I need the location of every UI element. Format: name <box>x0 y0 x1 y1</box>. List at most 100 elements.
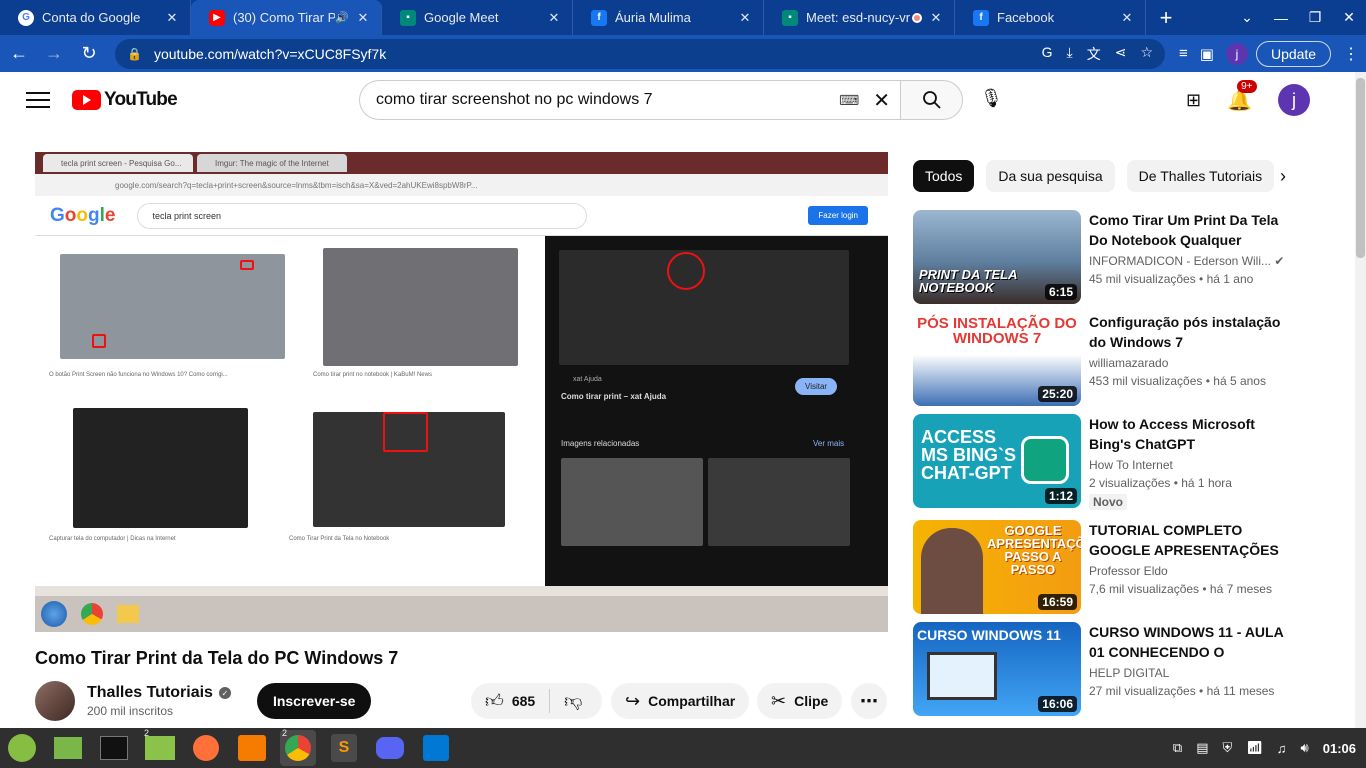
keyboard-icon[interactable]: ⌨ <box>839 92 859 109</box>
profile-avatar[interactable]: j <box>1225 42 1248 65</box>
browser-tab-meet-call[interactable]: ▪ Meet: esd-nucy-vr ✕ <box>764 0 955 35</box>
network-icon[interactable]: 📶︎ <box>1246 740 1263 756</box>
recommendation-channel[interactable]: Professor Eldo <box>1089 564 1299 578</box>
recommendation-channel[interactable]: How To Internet <box>1089 458 1299 472</box>
discord-icon[interactable] <box>372 730 408 766</box>
chrome-icon[interactable]: 2 <box>280 728 316 766</box>
notifications-bell-icon[interactable]: 🔔 9+ <box>1227 79 1257 113</box>
microphone-icon[interactable]: 🎙 <box>980 88 1003 109</box>
menu-icon[interactable] <box>26 92 50 108</box>
reload-icon[interactable]: ↻ <box>73 38 105 70</box>
clock[interactable]: 01:06 <box>1323 741 1356 756</box>
maximize-icon[interactable]: ❐ <box>1298 0 1332 35</box>
chevron-right-icon[interactable]: › <box>1280 166 1286 187</box>
new-tab-button[interactable]: + <box>1146 0 1186 35</box>
display-icon[interactable]: ⧉ <box>1173 740 1182 756</box>
back-icon[interactable]: ← <box>3 38 35 70</box>
account-avatar[interactable]: j <box>1278 84 1310 116</box>
recommendation-channel[interactable]: HELP DIGITAL <box>1089 666 1299 680</box>
recommendation-thumbnail[interactable]: GOOGLE APRESENTAÇÕES PASSO A PASSO 16:59 <box>913 520 1081 614</box>
search-input[interactable]: como tirar screenshot no pc windows 7 ⌨ … <box>359 80 900 120</box>
recommendation-title[interactable]: Configuração pós instalação do Windows 7 <box>1089 312 1299 352</box>
browser-tab-facebook[interactable]: f Facebook ✕ <box>955 0 1146 35</box>
share-button[interactable]: ↪ Compartilhar <box>611 683 750 719</box>
embedded-status-bar <box>35 586 888 596</box>
tab-search-chevron-icon[interactable]: ⌄ <box>1230 0 1264 35</box>
like-dislike-group: 👍︎ 685 👎︎ <box>471 683 602 719</box>
browser-tab-google-meet[interactable]: ▪ Google Meet ✕ <box>382 0 573 35</box>
recommendation-title[interactable]: Como Tirar Um Print Da Tela Do Notebook … <box>1089 210 1299 250</box>
clip-button[interactable]: ✂ Clipe <box>757 683 843 719</box>
mint-menu-icon[interactable] <box>4 730 40 766</box>
recommendation-thumbnail[interactable]: CURSO WINDOWS 11 16:06 <box>913 622 1081 716</box>
thumbs-up-icon: 👍︎ <box>485 691 504 711</box>
recommendation-item[interactable]: PÓS INSTALAÇÃO DO WINDOWS 7 25:20 Config… <box>913 312 1303 406</box>
channel-name[interactable]: Thalles Tutoriais <box>87 684 213 702</box>
media-player-icon[interactable] <box>234 730 270 766</box>
chip-all[interactable]: Todos <box>913 160 975 192</box>
files-icon[interactable]: 2 <box>142 728 178 766</box>
recommendation-item[interactable]: ACCESS MS BING`S CHAT-GPT 1:12 How to Ac… <box>913 414 1303 510</box>
tab-close-icon[interactable]: ✕ <box>164 10 180 26</box>
channel-label[interactable]: INFORMADICON - Ederson Wili... <box>1089 254 1271 268</box>
browser-tab-facebook-auria[interactable]: f Áuria Mulima ✕ <box>573 0 764 35</box>
recommendation-item[interactable]: PRINT DA TELA NOTEBOOK 6:15 Como Tirar U… <box>913 210 1303 304</box>
google-lens-icon[interactable]: G <box>1042 44 1053 64</box>
minimize-icon[interactable]: — <box>1264 0 1298 35</box>
lock-icon[interactable]: 🔒 <box>127 47 142 61</box>
shield-icon[interactable]: ⛨ <box>1223 740 1233 756</box>
tab-title: Áuria Mulima <box>615 10 691 25</box>
clipboard-icon[interactable]: ▤ <box>1196 740 1208 756</box>
address-bar[interactable]: 🔒 youtube.com/watch?v=xCUC8FSyf7k G ⤓ 文 … <box>115 38 1165 69</box>
clear-search-icon[interactable]: ✕ <box>873 88 890 113</box>
media-control-icon[interactable]: ≡ <box>1179 45 1188 62</box>
volume-icon[interactable]: 🔊︎ <box>1301 740 1309 756</box>
browser-tab-google-account[interactable]: G Conta do Google ✕ <box>0 0 191 35</box>
tab-close-icon[interactable]: ✕ <box>355 10 371 26</box>
show-desktop-icon[interactable] <box>50 730 86 766</box>
forward-icon[interactable]: → <box>38 38 70 70</box>
recommendation-channel[interactable]: williamazarado <box>1089 356 1299 370</box>
translate-icon[interactable]: 文 <box>1087 44 1101 64</box>
tab-close-icon[interactable]: ✕ <box>737 10 753 26</box>
scrollbar-thumb[interactable] <box>1356 78 1365 258</box>
bookmark-star-icon[interactable]: ☆ <box>1140 44 1153 64</box>
video-player[interactable]: tecla print screen - Pesquisa Go... Imgu… <box>35 152 888 632</box>
recommendation-item[interactable]: CURSO WINDOWS 11 16:06 CURSO WINDOWS 11 … <box>913 622 1303 716</box>
like-button[interactable]: 👍︎ 685 <box>471 683 549 719</box>
subscribe-button[interactable]: Inscrever-se <box>256 683 372 719</box>
recommendation-title[interactable]: TUTORIAL COMPLETO GOOGLE APRESENTAÇÕES [… <box>1089 520 1299 560</box>
recommendation-thumbnail[interactable]: PRINT DA TELA NOTEBOOK 6:15 <box>913 210 1081 304</box>
side-panel-icon[interactable]: ▣ <box>1200 45 1214 63</box>
youtube-icon: ▶ <box>209 9 225 26</box>
create-video-icon[interactable]: ⊞ <box>1186 90 1201 111</box>
install-icon[interactable]: ⤓ <box>1067 44 1073 64</box>
dislike-button[interactable]: 👎︎ <box>550 683 596 719</box>
tab-close-icon[interactable]: ✕ <box>546 10 562 26</box>
youtube-logo[interactable]: YouTube <box>72 89 178 111</box>
browser-tab-youtube[interactable]: ▶ (30) Como Tirar Pr 🔊 ✕ <box>191 0 382 35</box>
channel-avatar[interactable] <box>35 681 75 721</box>
image-grid: O botão Print Screen não funciona no Win… <box>35 236 545 596</box>
chip-from-search[interactable]: Da sua pesquisa <box>986 160 1115 192</box>
recommendation-item[interactable]: GOOGLE APRESENTAÇÕES PASSO A PASSO 16:59… <box>913 520 1303 614</box>
speaker-icon[interactable]: 🔊 <box>335 11 349 24</box>
chip-from-channel[interactable]: De Thalles Tutoriais <box>1126 160 1275 192</box>
terminal-icon[interactable] <box>96 730 132 766</box>
search-button[interactable] <box>900 80 963 120</box>
more-actions-button[interactable]: ⋯ <box>851 683 887 719</box>
recommendation-title[interactable]: How to Access Microsoft Bing's ChatGPT <box>1089 414 1299 454</box>
share-icon[interactable]: ⋖ <box>1115 44 1127 64</box>
vscode-icon[interactable] <box>418 730 454 766</box>
close-window-icon[interactable]: ✕ <box>1332 0 1366 35</box>
recommendation-title[interactable]: CURSO WINDOWS 11 - AULA 01 CONHECENDO O … <box>1089 622 1299 662</box>
sublime-text-icon[interactable]: S <box>326 730 362 766</box>
tab-close-icon[interactable]: ✕ <box>928 10 944 26</box>
recommendation-thumbnail[interactable]: ACCESS MS BING`S CHAT-GPT 1:12 <box>913 414 1081 508</box>
tab-close-icon[interactable]: ✕ <box>1119 10 1135 26</box>
update-button[interactable]: Update <box>1255 40 1332 67</box>
firefox-icon[interactable] <box>188 730 224 766</box>
recommendation-thumbnail[interactable]: PÓS INSTALAÇÃO DO WINDOWS 7 25:20 <box>913 312 1081 406</box>
music-icon[interactable]: ♫ <box>1277 741 1287 756</box>
chrome-menu-icon[interactable]: ⋮ <box>1343 44 1359 64</box>
